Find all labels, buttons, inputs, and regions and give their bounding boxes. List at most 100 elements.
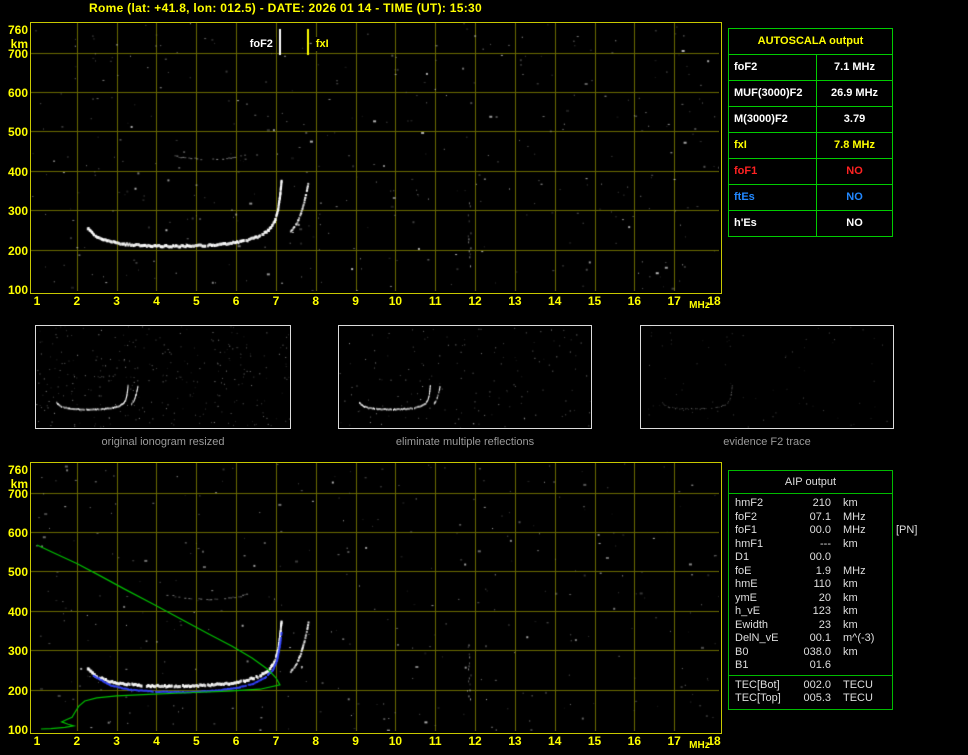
thumbnail-canvas-original xyxy=(36,326,290,428)
x-axis-unit-label: MHz xyxy=(689,740,710,751)
parameter-unit: km xyxy=(843,605,858,617)
fof2-marker-label: foF2 xyxy=(246,37,276,51)
parameter-label: B1 xyxy=(735,659,749,671)
parameter-value: 210 xyxy=(812,497,831,509)
parameter-label: Ewidth xyxy=(735,618,769,631)
y-tick-label-200: 200 xyxy=(7,683,28,698)
parameter-label: foF2 xyxy=(729,55,817,80)
parameter-value: 07.1 xyxy=(809,510,831,523)
aip-row-foe: foE 1.9 MHz xyxy=(729,565,892,579)
ionogram-canvas-bottom xyxy=(31,463,719,731)
x-tick-label-12: 12 xyxy=(468,734,482,748)
aip-table-rows: hmF2 210 km foF2 07.1 MHz foF1 00.0 MHz [PN] hmF1 -… xyxy=(729,494,917,675)
y-tick-label-760: 760 xyxy=(7,463,28,477)
x-tick-label-3: 3 xyxy=(113,734,120,748)
thumbnail-original-ionogram xyxy=(35,325,291,429)
page-title: Rome (lat: +41.8, lon: 012.5) - DATE: 20… xyxy=(89,1,482,15)
x-tick-label-6: 6 xyxy=(232,734,240,748)
autoscala-row-m3000f2: M(3000)F2 3.79 xyxy=(729,106,892,132)
parameter-unit: km xyxy=(843,645,858,658)
y-tick-label-200: 200 xyxy=(7,243,28,258)
x-tick-label-15: 15 xyxy=(587,294,602,308)
parameter-value: 1.9 xyxy=(815,564,831,577)
parameter-label: hmF2 xyxy=(735,497,764,509)
x-tick-label-5: 5 xyxy=(192,734,200,748)
y-tick-label-100: 100 xyxy=(7,283,28,297)
autoscala-output-table: AUTOSCALA output foF2 7.1 MHz MUF(3000)F2 2… xyxy=(728,28,893,237)
x-tick-label-1: 1 xyxy=(33,734,41,748)
parameter-label: foE xyxy=(735,564,752,577)
parameter-label: DelN_vE xyxy=(735,632,779,644)
parameter-label: fxI xyxy=(729,133,817,158)
parameter-label: h'Es xyxy=(729,211,817,236)
parameter-unit: MHz xyxy=(843,524,866,536)
autoscala-row-fxi: fxI 7.8 MHz xyxy=(729,132,892,158)
x-tick-label-11: 11 xyxy=(428,294,442,308)
parameter-value: 23 xyxy=(818,618,831,631)
parameter-unit: km xyxy=(843,537,858,550)
y-axis-unit-label: km xyxy=(10,37,28,51)
parameter-unit: TECU xyxy=(843,692,873,704)
y-tick-label-600: 600 xyxy=(7,526,28,541)
aip-row-fof1: foF1 00.0 MHz [PN] xyxy=(729,524,917,538)
aip-row-hmf1: hmF1 --- km xyxy=(729,538,892,552)
x-tick-label-17: 17 xyxy=(667,294,681,308)
x-tick-label-3: 3 xyxy=(113,294,120,308)
thumbnail-f2-evidence xyxy=(640,325,894,429)
aip-row-fof2: foF2 07.1 MHz xyxy=(729,511,892,525)
aip-output-table: AIP output hmF2 210 km foF2 07.1 MHz foF1 00.0 M… xyxy=(728,470,917,710)
thumbnail-filtered-ionogram xyxy=(338,325,592,429)
x-tick-label-13: 13 xyxy=(508,294,522,308)
parameter-unit xyxy=(831,659,843,673)
parameter-unit: TECU xyxy=(843,678,873,691)
fxl-marker-label: fxI xyxy=(312,37,332,51)
x-tick-label-6: 6 xyxy=(232,294,240,308)
parameter-value: 01.6 xyxy=(809,659,831,671)
x-tick-label-9: 9 xyxy=(352,734,359,748)
y-tick-label-100: 100 xyxy=(7,723,28,737)
aip-row-delnve: DelN_vE 00.1 m^(-3) xyxy=(729,632,892,646)
aip-row-hmf2: hmF2 210 km xyxy=(729,497,892,511)
parameter-value: 00.0 xyxy=(809,551,831,563)
x-tick-label-13: 13 xyxy=(508,734,522,748)
x-tick-label-4: 4 xyxy=(153,734,160,748)
parameter-value: 3.79 xyxy=(843,113,866,125)
thumbnail-caption-original: original ionogram resized xyxy=(101,436,225,448)
x-tick-label-5: 5 xyxy=(192,294,200,308)
parameter-label: hmE xyxy=(735,578,758,590)
parameter-unit: km xyxy=(843,578,858,590)
autoscala-row-fof2: foF2 7.1 MHz xyxy=(729,54,892,80)
x-tick-label-14: 14 xyxy=(548,734,562,748)
y-tick-label-300: 300 xyxy=(7,644,28,659)
parameter-label: foF1 xyxy=(735,524,758,536)
autoscala-row-ftes: ftEs NO xyxy=(729,184,892,210)
x-tick-label-16: 16 xyxy=(627,734,642,748)
parameter-unit: km xyxy=(843,497,858,509)
parameter-value: 26.9 MHz xyxy=(830,87,879,99)
parameter-value: 005.3 xyxy=(803,692,831,704)
x-tick-label-10: 10 xyxy=(388,734,403,748)
y-tick-label-300: 300 xyxy=(7,204,28,219)
y-tick-label-500: 500 xyxy=(7,125,28,140)
thumbnail-canvas-f2-evidence xyxy=(641,326,893,428)
aip-row-tecbot: TEC[Bot] 002.0 TECU xyxy=(729,679,892,693)
aip-row-d1: D1 00.0 xyxy=(729,551,892,565)
y-tick-label-600: 600 xyxy=(7,86,28,101)
x-tick-label-14: 14 xyxy=(548,294,562,308)
x-tick-label-8: 8 xyxy=(312,294,320,308)
parameter-label: hmF1 xyxy=(735,537,764,550)
x-tick-label-8: 8 xyxy=(312,734,320,748)
parameter-value: 20 xyxy=(818,591,831,604)
ionogram-plot-top xyxy=(30,22,722,294)
x-tick-label-7: 7 xyxy=(272,294,280,308)
ionogram-plot-bottom xyxy=(30,462,722,734)
aip-table-title: AIP output xyxy=(729,471,892,494)
thumbnail-caption-filtered: eliminate multiple reflections xyxy=(395,436,535,448)
parameter-label: foF2 xyxy=(735,510,758,523)
parameter-label: foF1 xyxy=(729,159,817,184)
parameter-label: ftEs xyxy=(729,185,817,210)
aip-row-ewidth: Ewidth 23 km xyxy=(729,619,892,633)
parameter-value: 002.0 xyxy=(803,678,831,691)
x-axis-unit-label: MHz xyxy=(689,300,710,311)
aip-row-tectop: TEC[Top] 005.3 TECU xyxy=(729,692,892,706)
